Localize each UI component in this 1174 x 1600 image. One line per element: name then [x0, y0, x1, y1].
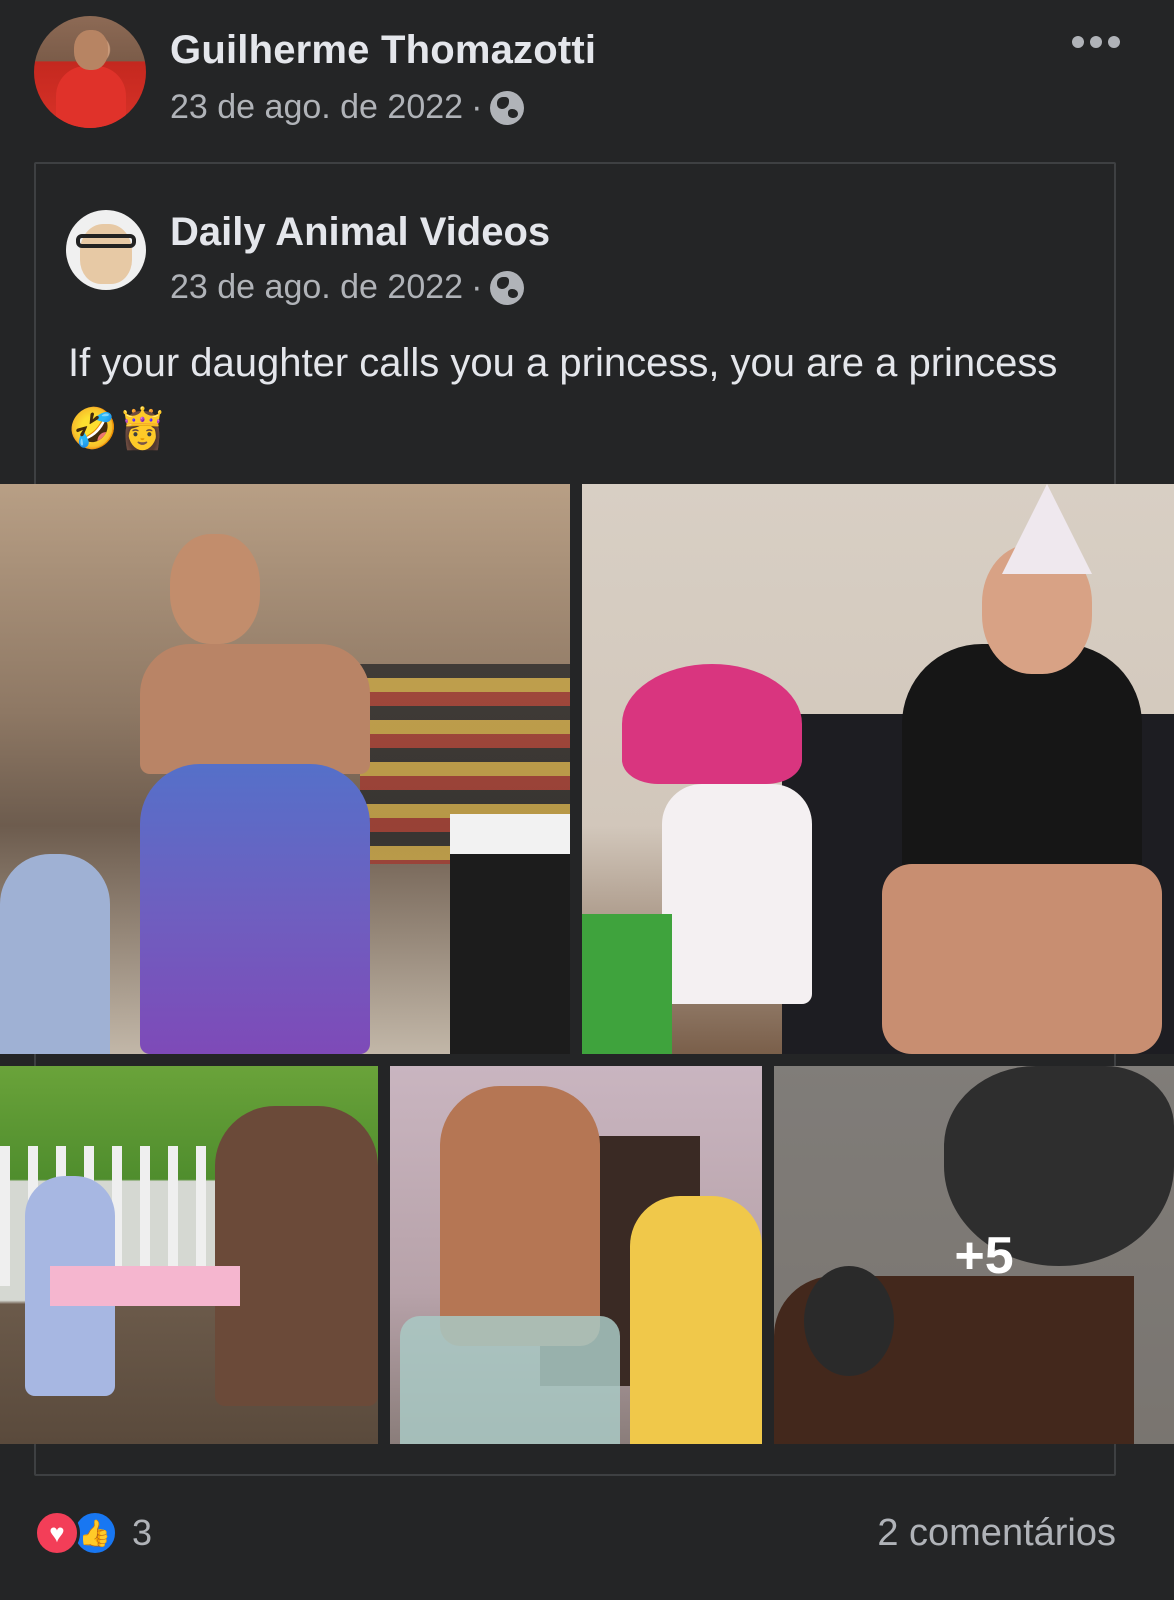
- photo-4[interactable]: [390, 1066, 762, 1444]
- more-photos-count[interactable]: +5: [924, 1226, 1044, 1286]
- photo-3[interactable]: [0, 1066, 378, 1444]
- pink-witch-hat: [622, 664, 802, 784]
- shared-page-name[interactable]: Daily Animal Videos: [170, 210, 550, 255]
- post-caption: If your daughter calls you a princess, y…: [68, 341, 1058, 385]
- man-figure: [440, 1086, 600, 1346]
- globe-icon: [490, 270, 525, 305]
- author-avatar[interactable]: [34, 16, 146, 128]
- photo-2[interactable]: [582, 484, 1174, 1054]
- girl-figure: [662, 784, 812, 1004]
- post-date[interactable]: 23 de ago. de 2022: [170, 88, 463, 127]
- man-head: [170, 534, 260, 644]
- girl-figure: [0, 854, 110, 1054]
- tutu: [400, 1316, 620, 1444]
- man-legs: [882, 864, 1162, 1054]
- meta-separator: ·: [471, 88, 483, 126]
- author-name[interactable]: Guilherme Thomazotti: [170, 28, 596, 73]
- globe-icon: [490, 90, 525, 125]
- page-avatar[interactable]: [66, 210, 146, 290]
- blue-dress: [140, 764, 370, 1054]
- green-toy: [582, 914, 672, 1054]
- photo-1[interactable]: [0, 484, 570, 1054]
- more-dot: [1090, 36, 1102, 48]
- shared-post-meta: 23 de ago. de 2022 ·: [170, 268, 525, 307]
- avatar-head: [74, 30, 108, 70]
- man-torso: [140, 644, 370, 774]
- shared-post-date[interactable]: 23 de ago. de 2022: [170, 268, 463, 307]
- glasses-shape: [76, 234, 136, 248]
- reaction-count: 3: [132, 1512, 153, 1553]
- photo-5[interactable]: +5: [774, 1066, 1174, 1444]
- avatar-jacket: [56, 66, 126, 128]
- man-figure: [215, 1106, 378, 1406]
- comments-count[interactable]: 2 comentários: [877, 1512, 1116, 1555]
- shared-post-text: If your daughter calls you a princess, y…: [68, 330, 1068, 462]
- dog-avatar-image: [80, 224, 132, 284]
- love-icon: ♥: [34, 1510, 80, 1556]
- reactions-summary[interactable]: ♥ 👍 3: [34, 1510, 152, 1556]
- more-dot: [1108, 36, 1120, 48]
- popcorn-bucket: [450, 814, 570, 1054]
- meta-separator: ·: [471, 268, 483, 306]
- more-options-icon[interactable]: [1068, 30, 1124, 54]
- tea-table: [50, 1266, 240, 1306]
- princess-hat: [1002, 484, 1092, 574]
- post-meta: 23 de ago. de 2022 ·: [170, 88, 525, 127]
- girl-figure: [630, 1196, 762, 1444]
- more-dot: [1072, 36, 1084, 48]
- post-emojis: 🤣👸: [68, 406, 168, 452]
